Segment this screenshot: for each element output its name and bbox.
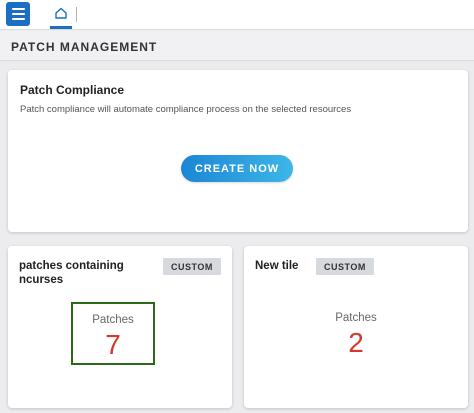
metric-label: Patches [335,312,377,324]
compliance-title: Patch Compliance [20,83,125,97]
metric-label: Patches [92,314,134,326]
hamburger-icon-line [11,18,25,20]
metric-value: 2 [348,327,364,358]
hamburger-icon-line [11,8,25,10]
tile-title: patches containing ncurses [19,260,124,286]
hamburger-menu-button[interactable] [6,2,30,26]
top-bar [0,0,474,30]
create-now-button[interactable]: CREATE NOW [181,155,293,182]
tile-card[interactable]: patches containing ncurses CUSTOM Patche… [8,246,232,408]
tab-divider [76,7,77,22]
custom-badge: CUSTOM [316,258,374,275]
compliance-description: Patch compliance will automate complianc… [20,104,352,115]
metric-highlight-box[interactable]: Patches 7 [71,302,155,365]
metric-value: 7 [105,329,121,360]
hamburger-icon-line [11,13,25,15]
custom-badge: CUSTOM [163,258,221,275]
metric-box[interactable]: Patches 2 [314,302,398,365]
home-icon [55,7,67,19]
tile-card[interactable]: New tile CUSTOM Patches 2 [244,246,468,408]
page-header: PATCH MANAGEMENT [0,31,474,61]
home-tab[interactable] [50,0,72,29]
patch-compliance-card: Patch Compliance Patch compliance will a… [8,70,468,232]
page-title: PATCH MANAGEMENT [11,40,158,54]
